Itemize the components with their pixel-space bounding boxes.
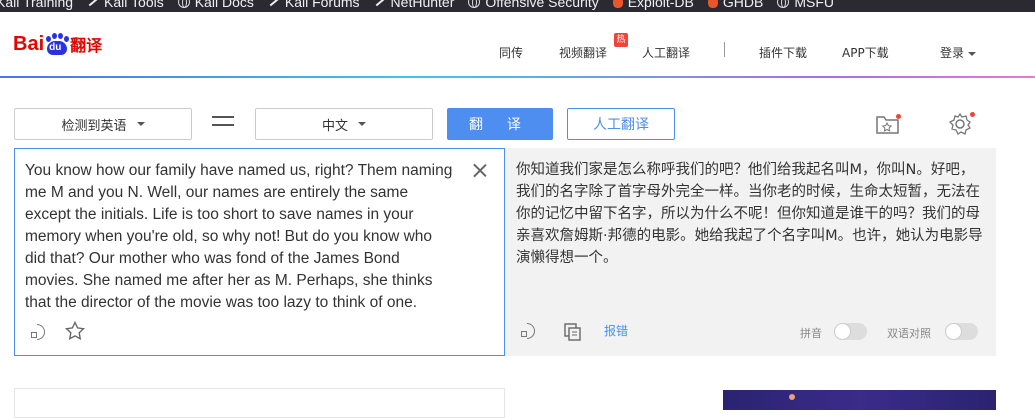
nav-video-translate[interactable]: 视频翻译 xyxy=(559,44,607,61)
translation-result-text: 你知道我们家是怎么称呼我们的吧？他们给我起名叫M，你叫N。好吧，我们的名字除了首… xyxy=(516,162,983,266)
bookmark-label: MSFU xyxy=(794,0,834,10)
settings-gear-icon[interactable] xyxy=(948,112,975,136)
lower-content-card xyxy=(14,388,505,418)
bookmark-exploit-db[interactable]: Exploit-DB xyxy=(612,0,694,11)
fire-icon xyxy=(612,0,623,8)
globe-icon xyxy=(177,0,190,8)
baidu-fanyi-logo[interactable]: Bai du 翻译 xyxy=(13,32,102,56)
bookmark-ghdb[interactable]: GHDB xyxy=(707,0,764,11)
bookmark-kali-docs[interactable]: Kali Docs xyxy=(177,0,254,11)
bookmark-offensive-security[interactable]: Offensive Security xyxy=(468,0,599,11)
bookmark-label: Kali Docs xyxy=(194,0,254,10)
nav-human-translate[interactable]: 人工翻译 xyxy=(642,44,690,61)
globe-icon xyxy=(468,0,481,8)
source-language-label: 检测到英语 xyxy=(61,118,127,134)
source-text-panel[interactable]: You know how our family have named us, r… xyxy=(14,148,505,356)
copy-icon[interactable] xyxy=(563,322,583,341)
report-error-link[interactable]: 报错 xyxy=(604,322,628,339)
bookmarks-bar: Kali Training Kali Tools Kali Docs Kali … xyxy=(0,0,1035,12)
header-gradient-line xyxy=(0,76,1035,78)
nav-plugin-download[interactable]: 插件下载 xyxy=(759,44,807,61)
bookmark-kali-tools[interactable]: Kali Tools xyxy=(87,0,164,11)
nav-divider xyxy=(724,42,725,57)
speaker-icon[interactable] xyxy=(521,322,541,340)
bookmark-label: Kali Forums xyxy=(284,0,360,10)
logo-fanyi-text: 翻译 xyxy=(70,38,103,55)
bookmark-kali-forums[interactable]: Kali Forums xyxy=(268,0,360,11)
chevron-down-icon xyxy=(136,122,145,126)
pinyin-label: 拼音 xyxy=(800,327,822,340)
bookmark-label: Kali Training xyxy=(0,0,74,10)
bookmark-label: Offensive Security xyxy=(485,0,599,10)
kali-dragon-icon xyxy=(374,0,386,8)
star-icon[interactable] xyxy=(64,320,86,340)
bilingual-label: 双语对照 xyxy=(887,327,931,340)
login-label: 登录 xyxy=(940,46,965,60)
clear-text-close-icon[interactable] xyxy=(473,163,487,177)
target-language-label: 中文 xyxy=(321,118,348,134)
pinyin-toggle[interactable] xyxy=(834,323,867,340)
nav-app-download[interactable]: APP下载 xyxy=(842,44,889,61)
source-language-select[interactable]: 检测到英语 xyxy=(14,108,192,140)
login-menu[interactable]: 登录 xyxy=(940,44,977,61)
kali-dragon-icon xyxy=(268,0,280,8)
bookmark-label: GHDB xyxy=(722,0,764,10)
source-text-input[interactable]: You know how our family have named us, r… xyxy=(25,160,455,314)
favorites-folder-icon[interactable] xyxy=(875,112,901,136)
bookmark-label: NetHunter xyxy=(390,0,455,10)
promo-banner[interactable] xyxy=(723,390,996,410)
globe-icon xyxy=(777,0,790,8)
human-translate-button[interactable]: 人工翻译 xyxy=(567,108,675,140)
bookmark-nethunter[interactable]: NetHunter xyxy=(374,0,455,11)
swap-languages-icon[interactable] xyxy=(212,112,236,132)
bookmark-kali-training[interactable]: Kali Training xyxy=(0,0,73,11)
bookmark-label: Kali Tools xyxy=(104,0,164,10)
translate-button[interactable]: 翻 译 xyxy=(447,108,553,140)
chevron-down-icon xyxy=(358,122,366,126)
target-language-select[interactable]: 中文 xyxy=(255,108,433,140)
paw-icon: du xyxy=(45,33,70,55)
logo-du-text: du xyxy=(49,42,62,53)
nav-tongchuan[interactable]: 同传 xyxy=(499,44,523,61)
bilingual-toggle[interactable] xyxy=(945,323,978,340)
hot-badge: 热 xyxy=(614,33,628,47)
fire-icon xyxy=(707,0,718,8)
chevron-down-icon xyxy=(968,51,977,56)
bookmark-label: Exploit-DB xyxy=(627,0,694,10)
speaker-icon[interactable] xyxy=(31,323,51,341)
kali-dragon-icon xyxy=(87,0,99,8)
bookmark-msfu[interactable]: MSFU xyxy=(777,0,834,11)
logo-bai-text: Bai xyxy=(13,32,45,55)
